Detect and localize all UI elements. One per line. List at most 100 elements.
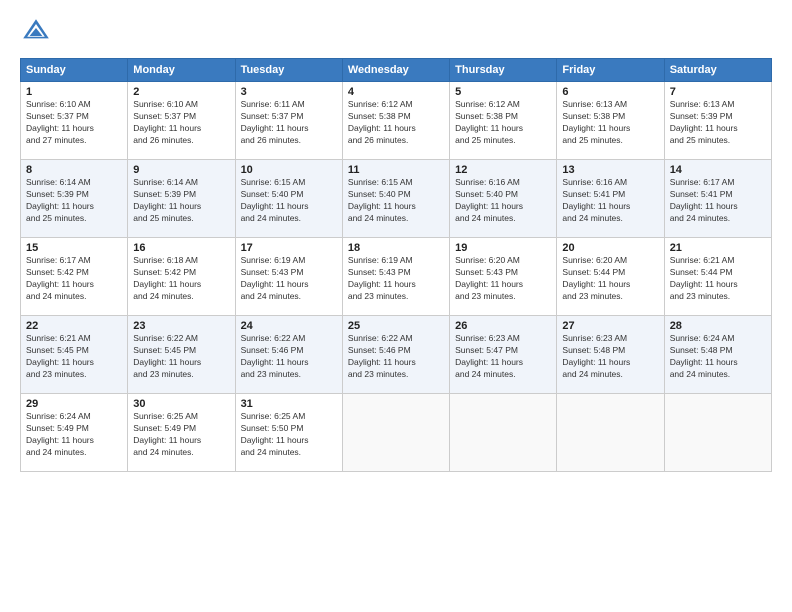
weekday-header-thursday: Thursday (450, 59, 557, 82)
day-info: Sunrise: 6:22 AMSunset: 5:46 PMDaylight:… (241, 333, 337, 381)
day-number: 5 (455, 86, 551, 98)
day-info: Sunrise: 6:20 AMSunset: 5:44 PMDaylight:… (562, 255, 658, 303)
day-info: Sunrise: 6:21 AMSunset: 5:44 PMDaylight:… (670, 255, 766, 303)
calendar-cell: 21 Sunrise: 6:21 AMSunset: 5:44 PMDaylig… (664, 238, 771, 316)
day-info: Sunrise: 6:23 AMSunset: 5:47 PMDaylight:… (455, 333, 551, 381)
day-number: 21 (670, 242, 766, 254)
calendar-cell: 28 Sunrise: 6:24 AMSunset: 5:48 PMDaylig… (664, 316, 771, 394)
day-info: Sunrise: 6:23 AMSunset: 5:48 PMDaylight:… (562, 333, 658, 381)
calendar-header: SundayMondayTuesdayWednesdayThursdayFrid… (21, 59, 772, 82)
day-number: 28 (670, 320, 766, 332)
day-number: 1 (26, 86, 122, 98)
day-info: Sunrise: 6:15 AMSunset: 5:40 PMDaylight:… (241, 177, 337, 225)
day-number: 22 (26, 320, 122, 332)
calendar-cell: 11 Sunrise: 6:15 AMSunset: 5:40 PMDaylig… (342, 160, 449, 238)
day-info: Sunrise: 6:14 AMSunset: 5:39 PMDaylight:… (26, 177, 122, 225)
calendar-cell: 23 Sunrise: 6:22 AMSunset: 5:45 PMDaylig… (128, 316, 235, 394)
day-info: Sunrise: 6:17 AMSunset: 5:41 PMDaylight:… (670, 177, 766, 225)
day-info: Sunrise: 6:20 AMSunset: 5:43 PMDaylight:… (455, 255, 551, 303)
calendar-cell: 14 Sunrise: 6:17 AMSunset: 5:41 PMDaylig… (664, 160, 771, 238)
day-number: 17 (241, 242, 337, 254)
calendar-cell (342, 394, 449, 472)
calendar-cell (557, 394, 664, 472)
day-number: 26 (455, 320, 551, 332)
day-info: Sunrise: 6:15 AMSunset: 5:40 PMDaylight:… (348, 177, 444, 225)
day-number: 20 (562, 242, 658, 254)
day-number: 19 (455, 242, 551, 254)
weekday-header-tuesday: Tuesday (235, 59, 342, 82)
calendar-cell: 29 Sunrise: 6:24 AMSunset: 5:49 PMDaylig… (21, 394, 128, 472)
day-number: 8 (26, 164, 122, 176)
day-info: Sunrise: 6:25 AMSunset: 5:50 PMDaylight:… (241, 411, 337, 459)
day-number: 25 (348, 320, 444, 332)
calendar-table: SundayMondayTuesdayWednesdayThursdayFrid… (20, 58, 772, 472)
day-number: 3 (241, 86, 337, 98)
day-number: 29 (26, 398, 122, 410)
calendar-cell: 18 Sunrise: 6:19 AMSunset: 5:43 PMDaylig… (342, 238, 449, 316)
calendar-cell: 17 Sunrise: 6:19 AMSunset: 5:43 PMDaylig… (235, 238, 342, 316)
calendar-cell: 16 Sunrise: 6:18 AMSunset: 5:42 PMDaylig… (128, 238, 235, 316)
calendar-cell (450, 394, 557, 472)
day-info: Sunrise: 6:18 AMSunset: 5:42 PMDaylight:… (133, 255, 229, 303)
day-info: Sunrise: 6:13 AMSunset: 5:39 PMDaylight:… (670, 99, 766, 147)
day-info: Sunrise: 6:13 AMSunset: 5:38 PMDaylight:… (562, 99, 658, 147)
calendar-cell: 22 Sunrise: 6:21 AMSunset: 5:45 PMDaylig… (21, 316, 128, 394)
calendar-cell: 26 Sunrise: 6:23 AMSunset: 5:47 PMDaylig… (450, 316, 557, 394)
day-number: 13 (562, 164, 658, 176)
calendar-cell: 3 Sunrise: 6:11 AMSunset: 5:37 PMDayligh… (235, 82, 342, 160)
calendar-cell: 5 Sunrise: 6:12 AMSunset: 5:38 PMDayligh… (450, 82, 557, 160)
day-number: 9 (133, 164, 229, 176)
calendar-cell: 12 Sunrise: 6:16 AMSunset: 5:40 PMDaylig… (450, 160, 557, 238)
calendar-cell: 31 Sunrise: 6:25 AMSunset: 5:50 PMDaylig… (235, 394, 342, 472)
logo-icon (20, 16, 52, 48)
day-info: Sunrise: 6:19 AMSunset: 5:43 PMDaylight:… (241, 255, 337, 303)
day-info: Sunrise: 6:24 AMSunset: 5:48 PMDaylight:… (670, 333, 766, 381)
weekday-header-saturday: Saturday (664, 59, 771, 82)
calendar-cell: 7 Sunrise: 6:13 AMSunset: 5:39 PMDayligh… (664, 82, 771, 160)
calendar-body: 1 Sunrise: 6:10 AMSunset: 5:37 PMDayligh… (21, 82, 772, 472)
day-info: Sunrise: 6:11 AMSunset: 5:37 PMDaylight:… (241, 99, 337, 147)
calendar-cell: 13 Sunrise: 6:16 AMSunset: 5:41 PMDaylig… (557, 160, 664, 238)
day-info: Sunrise: 6:14 AMSunset: 5:39 PMDaylight:… (133, 177, 229, 225)
calendar-cell: 4 Sunrise: 6:12 AMSunset: 5:38 PMDayligh… (342, 82, 449, 160)
calendar-week-1: 1 Sunrise: 6:10 AMSunset: 5:37 PMDayligh… (21, 82, 772, 160)
calendar-cell: 2 Sunrise: 6:10 AMSunset: 5:37 PMDayligh… (128, 82, 235, 160)
day-info: Sunrise: 6:16 AMSunset: 5:41 PMDaylight:… (562, 177, 658, 225)
day-info: Sunrise: 6:12 AMSunset: 5:38 PMDaylight:… (455, 99, 551, 147)
calendar-cell: 1 Sunrise: 6:10 AMSunset: 5:37 PMDayligh… (21, 82, 128, 160)
calendar-week-5: 29 Sunrise: 6:24 AMSunset: 5:49 PMDaylig… (21, 394, 772, 472)
weekday-header-wednesday: Wednesday (342, 59, 449, 82)
day-number: 16 (133, 242, 229, 254)
calendar-cell: 25 Sunrise: 6:22 AMSunset: 5:46 PMDaylig… (342, 316, 449, 394)
day-number: 6 (562, 86, 658, 98)
day-number: 23 (133, 320, 229, 332)
calendar-cell: 27 Sunrise: 6:23 AMSunset: 5:48 PMDaylig… (557, 316, 664, 394)
calendar-cell: 19 Sunrise: 6:20 AMSunset: 5:43 PMDaylig… (450, 238, 557, 316)
day-info: Sunrise: 6:10 AMSunset: 5:37 PMDaylight:… (133, 99, 229, 147)
day-number: 15 (26, 242, 122, 254)
day-info: Sunrise: 6:22 AMSunset: 5:46 PMDaylight:… (348, 333, 444, 381)
calendar-week-4: 22 Sunrise: 6:21 AMSunset: 5:45 PMDaylig… (21, 316, 772, 394)
day-info: Sunrise: 6:16 AMSunset: 5:40 PMDaylight:… (455, 177, 551, 225)
header (20, 16, 772, 48)
calendar-cell: 9 Sunrise: 6:14 AMSunset: 5:39 PMDayligh… (128, 160, 235, 238)
day-info: Sunrise: 6:24 AMSunset: 5:49 PMDaylight:… (26, 411, 122, 459)
weekday-header-sunday: Sunday (21, 59, 128, 82)
calendar-week-3: 15 Sunrise: 6:17 AMSunset: 5:42 PMDaylig… (21, 238, 772, 316)
calendar-cell: 8 Sunrise: 6:14 AMSunset: 5:39 PMDayligh… (21, 160, 128, 238)
day-info: Sunrise: 6:25 AMSunset: 5:49 PMDaylight:… (133, 411, 229, 459)
day-number: 2 (133, 86, 229, 98)
day-number: 27 (562, 320, 658, 332)
day-number: 7 (670, 86, 766, 98)
day-number: 10 (241, 164, 337, 176)
weekday-header-friday: Friday (557, 59, 664, 82)
calendar-week-2: 8 Sunrise: 6:14 AMSunset: 5:39 PMDayligh… (21, 160, 772, 238)
day-info: Sunrise: 6:17 AMSunset: 5:42 PMDaylight:… (26, 255, 122, 303)
calendar-cell (664, 394, 771, 472)
calendar-cell: 10 Sunrise: 6:15 AMSunset: 5:40 PMDaylig… (235, 160, 342, 238)
day-info: Sunrise: 6:12 AMSunset: 5:38 PMDaylight:… (348, 99, 444, 147)
day-number: 24 (241, 320, 337, 332)
day-number: 18 (348, 242, 444, 254)
day-info: Sunrise: 6:22 AMSunset: 5:45 PMDaylight:… (133, 333, 229, 381)
day-number: 12 (455, 164, 551, 176)
